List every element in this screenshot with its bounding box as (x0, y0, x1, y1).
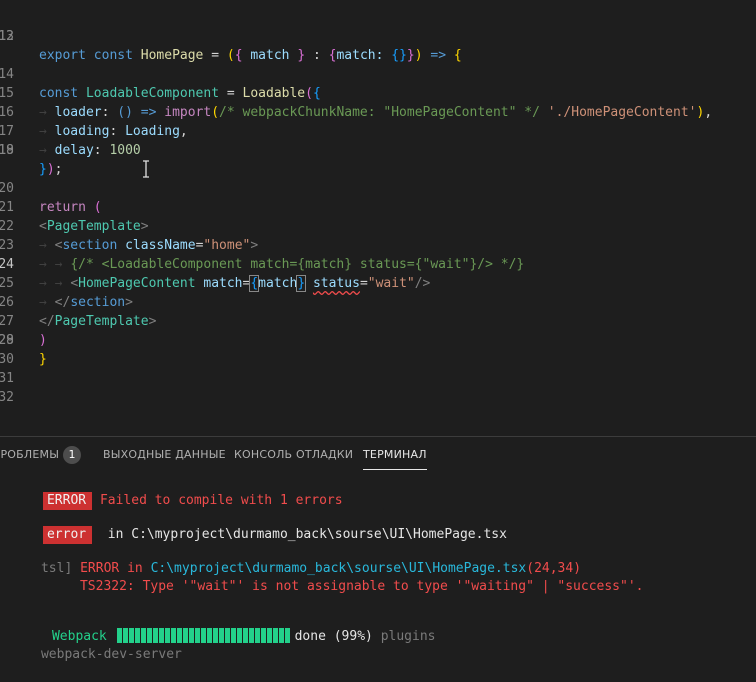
code-line: 31 (0, 369, 756, 388)
code-line: 18 }); (0, 122, 756, 177)
code-line: 25 → </section> (0, 255, 756, 310)
line-number: 13 (0, 29, 14, 44)
tab-terminal[interactable]: ТЕРМИНАЛ (363, 448, 427, 470)
code-line: 12 export const HomePage = ({ match } : … (0, 8, 756, 63)
code-line: 14 const LoadableComponent = Loadable({ (0, 46, 756, 101)
line-number: 29 (0, 333, 14, 348)
code-line: 29 (0, 331, 756, 350)
error-message: TS2322: Type '"wait"' is not assignable … (79, 579, 644, 594)
code-line-active: 24 → → <HomePageContent match={match} st… (0, 236, 756, 292)
tab-problems[interactable]: ПРОБЛЕМЫ (0, 448, 59, 461)
panel-tabs: ПРОБЛЕМЫ 1 ВЫХОДНЫЕ ДАННЫЕ КОНСОЛЬ ОТЛАД… (0, 437, 756, 473)
tab-output[interactable]: ВЫХОДНЫЕ ДАННЫЕ (103, 448, 226, 461)
code-line: 23 → → {/* <LoadableComponent match={mat… (0, 217, 756, 272)
text-cursor-icon (143, 160, 149, 178)
problems-count-badge: 1 (63, 446, 81, 464)
line-number: 32 (0, 390, 14, 405)
code-line: 16 → loading: Loading, (0, 84, 756, 139)
code-line: 20 return ( (0, 160, 756, 215)
code-line: 17 → delay: 1000 (0, 103, 756, 158)
code-line: 13 (0, 27, 756, 46)
code-line: 19 (0, 141, 756, 160)
code-line: 28 } (0, 312, 756, 367)
code-line: 22 → <section className="home"> (0, 198, 756, 253)
code-line: 26 </PageTemplate> (0, 274, 756, 329)
line-number: 19 (0, 143, 14, 158)
line-number: 30 (0, 352, 14, 367)
code-line: 27 ) (0, 293, 756, 348)
code-line: 15 → loader: () => import(/* webpackChun… (0, 65, 756, 120)
tab-debug-console[interactable]: КОНСОЛЬ ОТЛАДКИ (234, 448, 353, 461)
bottom-panel: ПРОБЛЕМЫ 1 ВЫХОДНЫЕ ДАННЫЕ КОНСОЛЬ ОТЛАД… (0, 436, 756, 667)
compile-status: Failed to compile with 1 errors (99, 493, 343, 508)
code-editor[interactable]: 12 export const HomePage = ({ match } : … (0, 0, 756, 436)
line-number: 31 (0, 371, 14, 386)
code-line: 30 (0, 350, 756, 369)
code-line: 21 <PageTemplate> (0, 179, 756, 234)
code-line: 32 (0, 388, 756, 407)
file-path: C:\myproject\durmamo_back\sourse\UI\Home… (131, 527, 507, 542)
